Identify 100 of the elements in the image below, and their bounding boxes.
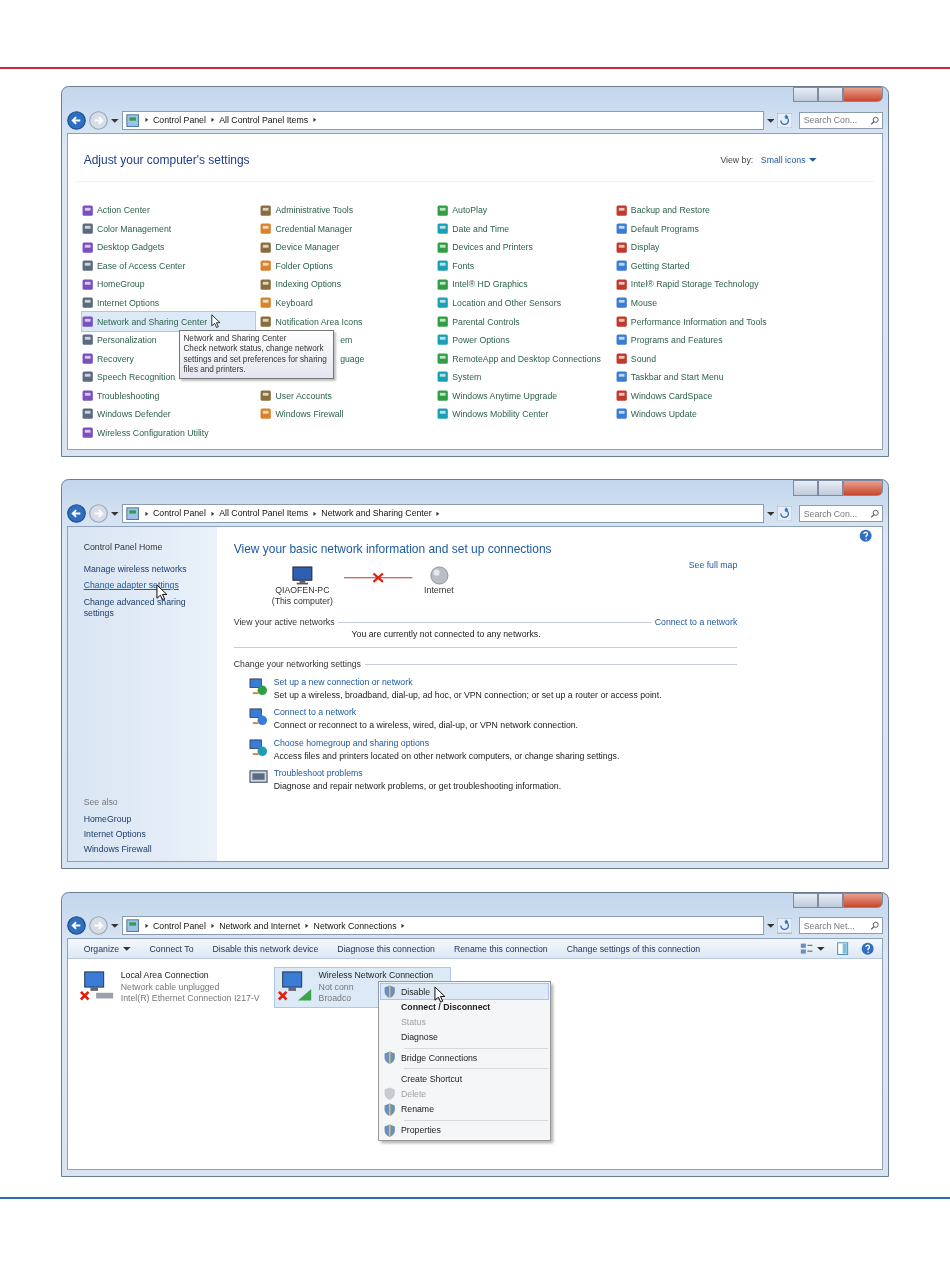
control-panel-link[interactable]: User Accounts [260,386,438,405]
control-panel-link[interactable]: Mouse [615,293,874,313]
breadcrumb-arrow-icon[interactable] [209,117,216,124]
maximize-button[interactable] [817,892,843,908]
breadcrumb-item[interactable]: Control Panel [153,508,206,519]
view-dropdown[interactable]: Small icons [760,155,817,166]
control-panel-link[interactable]: HomeGroup [81,275,261,294]
breadcrumb-item[interactable]: Network and Sharing Center [321,508,432,519]
menu-item[interactable]: Disable [381,983,549,1000]
caret-icon[interactable] [111,922,119,930]
sidebar-link[interactable]: HomeGroup [83,814,210,825]
control-panel-link[interactable]: Intel® Rapid Storage Technology [615,275,874,294]
minimize-button[interactable] [793,87,818,103]
breadcrumb-arrow-icon[interactable] [143,923,150,929]
control-panel-link[interactable]: Folder Options [260,256,438,276]
control-panel-link[interactable]: Action Center [81,201,261,220]
caret-icon[interactable] [111,116,119,125]
control-panel-link[interactable]: Date and Time [437,219,616,239]
toolbar-button[interactable]: Diagnose this connection [329,943,443,954]
control-panel-link[interactable]: Keyboard [260,293,438,313]
control-panel-link[interactable]: Display [615,238,874,257]
control-panel-link[interactable]: Sound [615,349,874,368]
back-button[interactable] [67,916,87,936]
menu-item[interactable]: Rename [381,1101,549,1117]
toolbar-button[interactable]: Organize [76,943,139,954]
search-field[interactable]: Search Con... [798,505,883,523]
control-panel-link[interactable]: AutoPlay [437,201,616,220]
minimize-button[interactable] [793,892,818,908]
breadcrumb-arrow-icon[interactable] [311,117,318,124]
maximize-button[interactable] [817,480,843,496]
control-panel-link[interactable]: Device Manager [260,238,438,257]
control-panel-link[interactable]: Administrative Tools [260,201,438,220]
control-panel-link[interactable]: Windows Anytime Upgrade [437,386,616,405]
breadcrumb-item[interactable]: All Control Panel Items [219,115,309,126]
maximize-button[interactable] [817,87,843,103]
control-panel-link[interactable]: Windows Update [615,404,874,424]
control-panel-link[interactable]: Location and Other Sensors [437,293,616,313]
task-link[interactable]: Troubleshoot problems [273,768,562,779]
control-panel-link[interactable]: Fonts [437,256,616,276]
control-panel-link[interactable]: Parental Controls [437,312,616,331]
search-field[interactable]: Search Net... [798,917,883,935]
sidebar-link[interactable]: Internet Options [83,828,210,839]
control-panel-link[interactable]: Credential Manager [260,219,438,239]
task-link[interactable]: Connect to a network [273,707,579,718]
caret-icon[interactable] [111,509,119,518]
control-panel-link[interactable]: Performance Information and Tools [615,312,874,331]
breadcrumb-arrow-icon[interactable] [311,510,318,517]
control-panel-link[interactable]: Internet Options [81,293,261,313]
breadcrumb-item[interactable]: All Control Panel Items [219,508,309,519]
control-panel-link[interactable]: Windows CardSpace [615,386,874,405]
breadcrumb-arrow-icon[interactable] [209,923,216,929]
close-button[interactable] [842,87,883,103]
control-panel-link[interactable]: Desktop Gadgets [81,238,261,257]
minimize-button[interactable] [793,480,818,496]
toolbar-button[interactable]: Change settings of this connection [559,943,708,954]
breadcrumb-arrow-icon[interactable] [435,510,442,517]
refresh-button[interactable] [777,506,793,522]
preview-pane-icon[interactable] [835,942,850,956]
breadcrumb-arrow-icon[interactable] [209,510,216,517]
see-full-map-link[interactable]: See full map [688,559,738,570]
control-panel-link[interactable]: Indexing Options [260,275,438,294]
control-panel-link[interactable]: Windows Mobility Center [437,404,616,424]
sidebar-link[interactable]: Change adapter settings [83,580,210,592]
control-panel-link[interactable]: Windows Firewall [260,404,438,424]
address-bar[interactable]: Control Panel Network and Internet Network Connections [121,916,764,936]
refresh-button[interactable] [777,112,793,128]
address-bar[interactable]: Control Panel All Control Panel Items [121,110,764,130]
sidebar-link[interactable]: Manage wireless networks [83,563,210,576]
dropdown-caret-icon[interactable] [766,116,775,125]
sidebar-link[interactable]: Change advanced sharing settings [83,596,210,621]
breadcrumb-arrow-icon[interactable] [400,923,407,929]
search-field[interactable]: Search Con... [798,111,883,129]
control-panel-link[interactable]: Backup and Restore [615,201,874,220]
dropdown-caret-icon[interactable] [766,922,775,930]
control-panel-link[interactable]: Ease of Access Center [81,256,261,276]
breadcrumb-arrow-icon[interactable] [143,510,150,517]
help-icon[interactable] [858,528,873,543]
caret-icon[interactable] [816,944,825,953]
control-panel-link[interactable]: System [437,367,616,387]
control-panel-link[interactable]: Taskbar and Start Menu [615,367,874,387]
control-panel-link[interactable]: Devices and Printers [437,238,616,257]
control-panel-link[interactable]: Notification Area Icons [260,312,438,331]
control-panel-link[interactable]: Windows Defender [81,404,261,424]
refresh-button[interactable] [777,918,793,934]
connect-link[interactable]: Connect to a network [654,617,738,628]
toolbar-button[interactable]: Rename this connection [446,943,556,954]
connection-item[interactable]: Local Area Connection Network cable unplugged Intel(R) Ethernet Connection I217-V [76,966,263,1008]
control-panel-link[interactable]: Getting Started [615,256,874,276]
breadcrumb-item[interactable]: Control Panel [153,115,206,126]
breadcrumb-arrow-icon[interactable] [304,923,310,929]
address-bar[interactable]: Control Panel All Control Panel Items Network and Sharing Center [121,504,764,524]
sidebar-link[interactable]: Control Panel Home [83,542,210,553]
control-panel-link[interactable]: Wireless Configuration Utility [81,423,261,442]
back-button[interactable] [67,504,87,524]
back-button[interactable] [67,110,87,130]
control-panel-link[interactable]: Network and Sharing Center [81,312,255,331]
toolbar-button[interactable]: Disable this network device [204,943,326,954]
breadcrumb-item[interactable]: Network Connections [313,920,397,932]
control-panel-link[interactable]: Troubleshooting [81,386,261,405]
sidebar-link[interactable]: Windows Firewall [83,843,210,854]
